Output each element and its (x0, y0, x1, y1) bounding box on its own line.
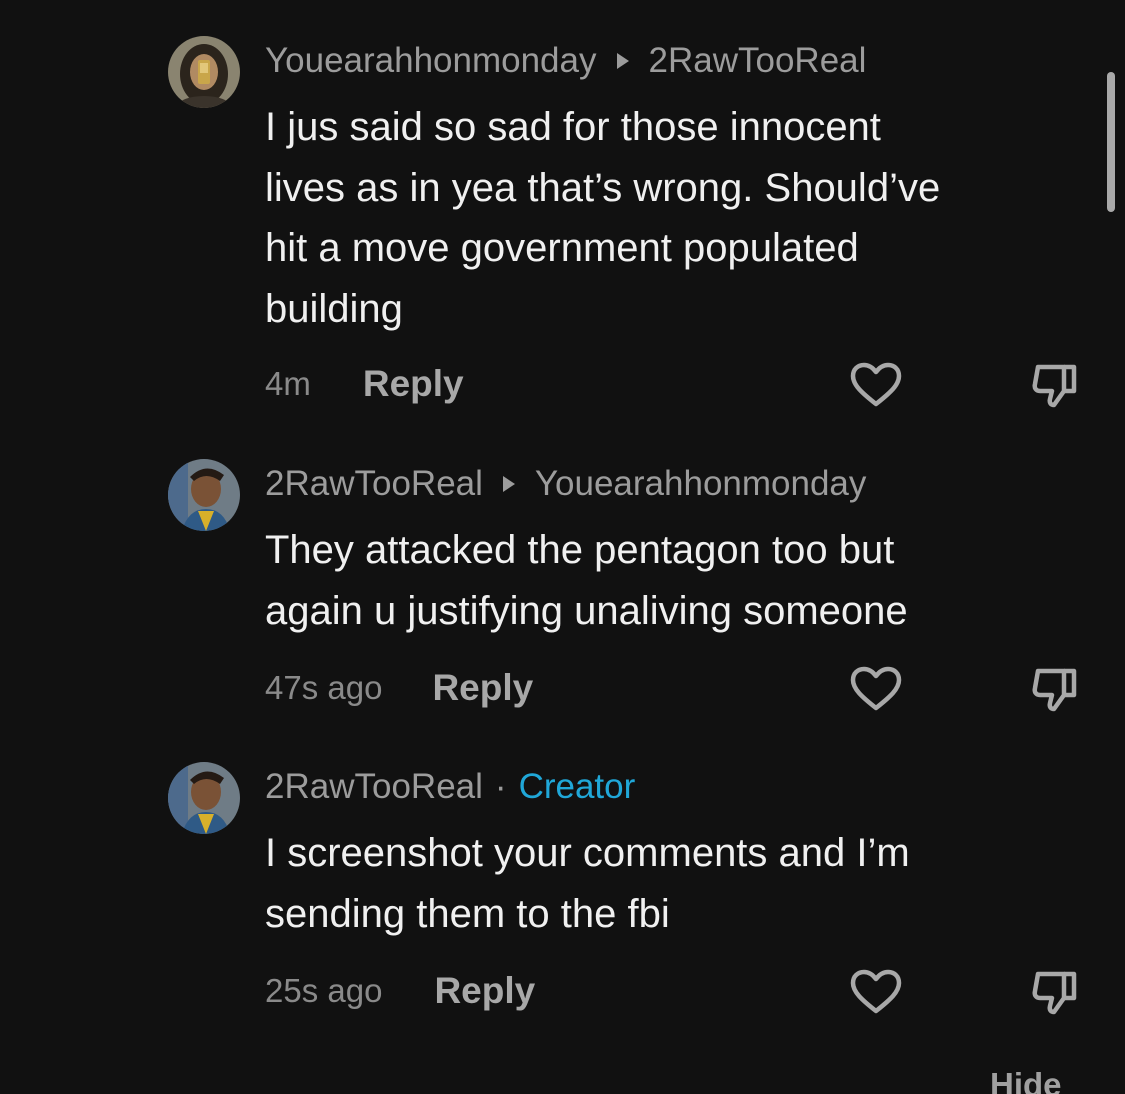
thumbs-down-icon[interactable] (1030, 665, 1078, 713)
comment-time: 4m (265, 365, 311, 402)
author-name[interactable]: Youearahhonmonday (265, 41, 597, 81)
comment-header: Youearahhonmonday 2RawTooReal (265, 41, 866, 81)
reply-arrow-icon (616, 53, 629, 69)
avatar[interactable] (168, 459, 240, 531)
scrollbar-thumb[interactable] (1107, 72, 1115, 212)
comment-time: 47s ago (265, 669, 383, 706)
reply-button[interactable]: Reply (363, 363, 464, 405)
comment-time: 25s ago (265, 972, 383, 1009)
comment-header: 2RawTooReal · Creator (265, 767, 635, 807)
comment-text: They attacked the pentagon too but again… (265, 528, 908, 633)
reply-button[interactable]: Reply (432, 667, 533, 709)
avatar[interactable] (168, 762, 240, 834)
avatar[interactable] (168, 36, 240, 108)
badge-separator: · (494, 767, 507, 806)
heart-icon[interactable] (850, 969, 902, 1015)
thumbs-down-icon[interactable] (1030, 361, 1078, 409)
thumbs-down-icon[interactable] (1030, 968, 1078, 1016)
hide-replies-button[interactable]: Hide (990, 1066, 1062, 1094)
comment-text: I jus said so sad for those innocent liv… (265, 105, 941, 331)
comment-actions: 4m Reply (265, 362, 464, 406)
comment-actions: 47s ago Reply (265, 666, 533, 710)
comment-text: I screenshot your comments and I’m sendi… (265, 831, 910, 936)
reply-to-name[interactable]: Youearahhonmonday (535, 464, 867, 504)
comment-actions: 25s ago Reply (265, 969, 535, 1013)
reply-to-name[interactable]: 2RawTooReal (649, 41, 867, 81)
comment-header: 2RawTooReal Youearahhonmonday (265, 464, 866, 504)
reply-arrow-icon (502, 476, 515, 492)
author-name[interactable]: 2RawTooReal (265, 767, 483, 807)
author-name[interactable]: 2RawTooReal (265, 464, 483, 504)
creator-badge: Creator (518, 767, 636, 806)
heart-icon[interactable] (850, 666, 902, 712)
reply-button[interactable]: Reply (434, 970, 535, 1012)
heart-icon[interactable] (850, 362, 902, 408)
